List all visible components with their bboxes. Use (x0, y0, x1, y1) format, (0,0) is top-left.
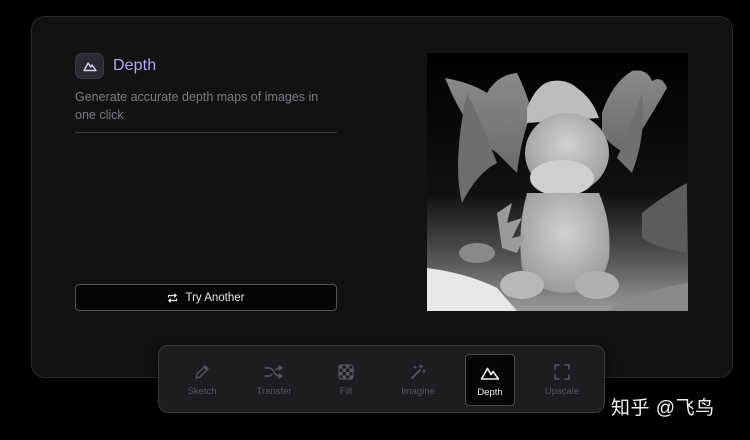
expand-icon (554, 362, 570, 382)
repeat-icon (167, 292, 178, 303)
try-another-label: Try Another (185, 291, 245, 304)
watermark-text: 知乎 @飞鸟 (611, 398, 715, 419)
feature-title: Depth (113, 57, 157, 74)
tool-sketch[interactable]: Sketch (177, 354, 227, 406)
mountain-icon (480, 363, 500, 383)
mountain-icon (75, 53, 104, 79)
tool-upscale[interactable]: Upscale (537, 354, 587, 406)
tool-label: Fill (339, 386, 353, 397)
tool-label: Imagine (401, 386, 435, 397)
tool-label: Depth (477, 387, 503, 398)
tool-toolbar: Sketch Transfer Fill Imagine Depth Upsca… (158, 345, 605, 413)
tool-label: Upscale (544, 386, 580, 397)
magic-wand-icon (409, 362, 427, 382)
feature-header: Depth (75, 53, 156, 79)
tool-label: Transfer (256, 386, 292, 397)
depth-map-image (427, 53, 688, 311)
checker-icon (338, 362, 354, 382)
tool-fill[interactable]: Fill (321, 354, 371, 406)
feature-description: Generate accurate depth maps of images i… (75, 90, 319, 122)
tool-imagine[interactable]: Imagine (393, 354, 443, 406)
divider (75, 132, 337, 133)
tool-transfer[interactable]: Transfer (249, 354, 299, 406)
tool-depth[interactable]: Depth (465, 354, 515, 406)
pencil-icon (193, 362, 211, 382)
tool-label: Sketch (187, 386, 217, 397)
try-another-button[interactable]: Try Another (75, 284, 337, 311)
shuffle-icon (264, 362, 284, 382)
app-canvas: Depth Generate accurate depth maps of im… (0, 0, 750, 440)
